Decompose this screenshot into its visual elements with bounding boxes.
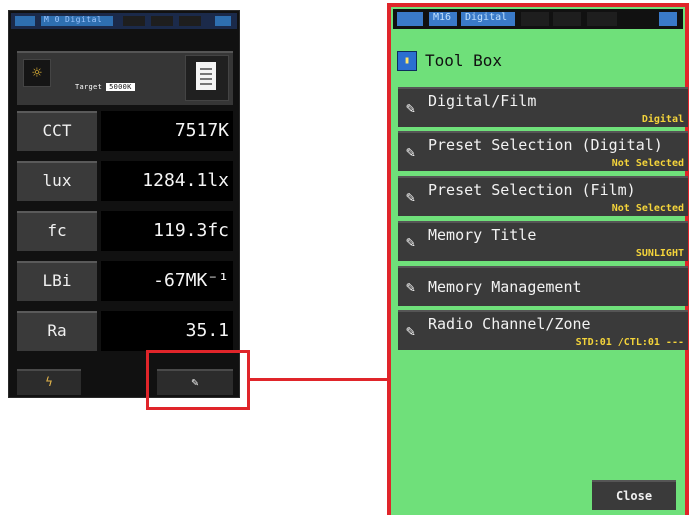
page-title: Tool Box <box>425 51 503 70</box>
wrench-icon: ✎ <box>406 233 416 251</box>
tool-box-screen: M16 Digital ▮ Tool Box ✎ Digital/Film Di… <box>387 3 689 515</box>
highlight-box <box>146 350 250 410</box>
measurement-row-lux[interactable]: lux 1284.1lx <box>17 161 233 201</box>
document-icon <box>196 62 216 90</box>
sun-icon[interactable]: ☼ <box>23 59 51 87</box>
menu-item-preset-digital[interactable]: ✎ Preset Selection (Digital) Not Selecte… <box>398 131 688 171</box>
menu-item-memory-title[interactable]: ✎ Memory Title SUNLIGHT <box>398 221 688 261</box>
flash-icon: ϟ <box>45 375 53 389</box>
wrench-icon: ✎ <box>406 188 416 206</box>
menu-item-digital-film[interactable]: ✎ Digital/Film Digital <box>398 87 688 127</box>
target-value: 5000K <box>106 83 135 91</box>
left-status-bar: M 0 Digital <box>11 13 237 29</box>
menu-item-preset-film[interactable]: ✎ Preset Selection (Film) Not Selected <box>398 176 688 216</box>
wrench-icon: ✎ <box>406 278 416 296</box>
speaker-icon <box>587 12 617 26</box>
toolbox-icon: ▮ <box>397 51 417 71</box>
measurement-row-lbi[interactable]: LBi -67MK⁻¹ <box>17 261 233 301</box>
target-readout: Target 5000K <box>75 83 135 91</box>
connector-line <box>250 378 390 381</box>
main-measurement-screen: M 0 Digital ☼ Target 5000K CCT 7517K lux … <box>8 10 240 398</box>
right-channel: M16 <box>433 12 452 23</box>
close-button[interactable]: Close <box>592 480 676 510</box>
music-icon <box>215 16 231 26</box>
left-mode: Digital <box>65 15 103 24</box>
measurement-row-fc[interactable]: fc 119.3fc <box>17 211 233 251</box>
wrench-icon: ✎ <box>406 143 416 161</box>
battery-icon <box>15 16 35 26</box>
right-mode: Digital <box>465 12 508 23</box>
menu-item-radio-channel[interactable]: ✎ Radio Channel/Zone STD:01 /CTL:01 --- <box>398 310 688 350</box>
target-panel: ☼ Target 5000K <box>17 51 233 105</box>
right-status-bar: M16 Digital <box>393 9 683 29</box>
wrench-icon: ✎ <box>406 322 416 340</box>
menu-item-memory-management[interactable]: ✎ Memory Management <box>398 266 688 306</box>
flash-button[interactable]: ϟ <box>17 369 81 395</box>
document-button[interactable] <box>185 55 229 101</box>
tool-box-header: ▮ Tool Box <box>397 49 679 73</box>
left-channel: M 0 <box>44 15 60 24</box>
wrench-icon: ✎ <box>406 99 416 117</box>
battery-icon <box>397 12 423 26</box>
measurement-row-cct[interactable]: CCT 7517K <box>17 111 233 151</box>
music-icon <box>659 12 677 26</box>
measurement-row-ra[interactable]: Ra 35.1 <box>17 311 233 351</box>
